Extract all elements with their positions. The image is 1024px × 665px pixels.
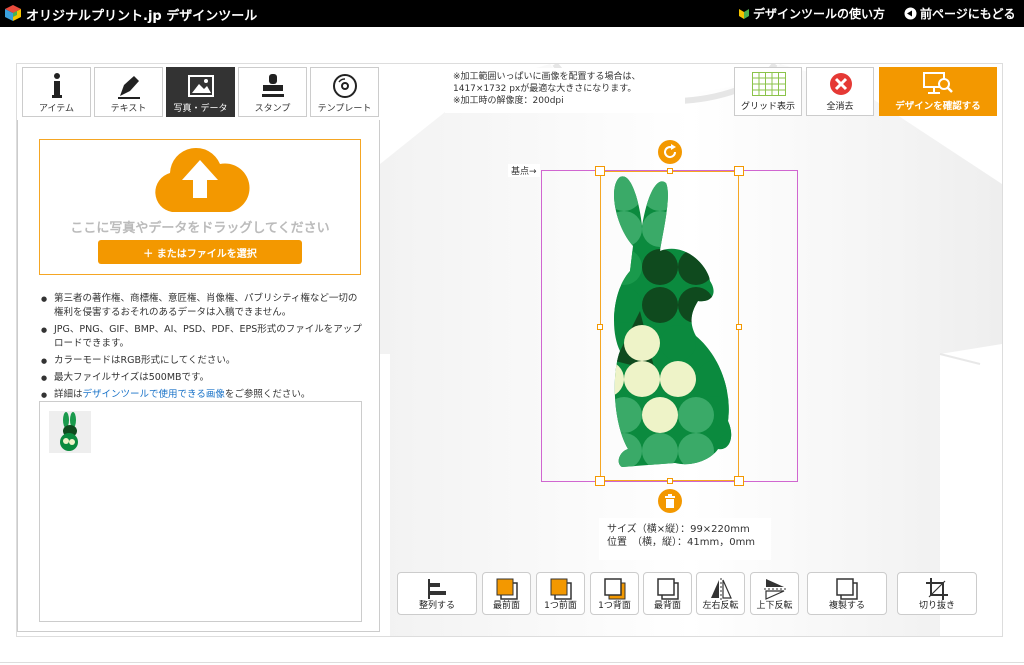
rotate-button[interactable] bbox=[658, 140, 682, 164]
grid-label: グリッド表示 bbox=[740, 102, 795, 112]
back-arrow-icon bbox=[904, 7, 917, 20]
resize-handle-top-left[interactable] bbox=[595, 166, 605, 176]
selection-box[interactable] bbox=[595, 166, 744, 486]
upload-drop-zone[interactable]: ここに写真やデータをドラッグしてください ＋ またはファイルを選択 bbox=[39, 139, 361, 275]
print-area-info: ※加工範囲いっぱいに画像を配置する場合は、 1417×1732 pxが最適な大き… bbox=[445, 68, 685, 113]
note-details-pre: 詳細は bbox=[54, 389, 83, 400]
resize-handle-right[interactable] bbox=[736, 324, 742, 330]
tab-template-label: テンプレート bbox=[317, 104, 372, 114]
clear-label: 全消去 bbox=[826, 102, 854, 112]
uploaded-images-gallery bbox=[39, 401, 362, 622]
clear-all-button[interactable]: 全消去 bbox=[806, 67, 874, 116]
rotate-icon bbox=[664, 144, 677, 159]
tab-item[interactable]: アイテム bbox=[22, 67, 91, 117]
top-bar: オリジナルプリント.jp デザインツール デザインツールの使い方 前ページにもど… bbox=[0, 0, 1024, 27]
crop-label: 切り抜き bbox=[918, 601, 955, 611]
uploaded-image-thumbnail[interactable] bbox=[49, 411, 91, 453]
rabbit-thumbnail-image bbox=[60, 412, 78, 451]
send-backward-button[interactable]: 1つ背面 bbox=[590, 572, 639, 615]
back-label-btn: 最背面 bbox=[653, 601, 681, 611]
duplicate-button[interactable]: 複製する bbox=[807, 572, 887, 615]
note-filesize: 最大ファイルサイズは500MBです。 bbox=[40, 371, 362, 385]
howto-link[interactable]: デザインツールの使い方 bbox=[738, 5, 885, 22]
duplicate-label: 複製する bbox=[828, 601, 865, 611]
note-colormode: カラーモードはRGB形式にしてください。 bbox=[40, 354, 362, 368]
back-link[interactable]: 前ページにもどる bbox=[904, 5, 1016, 22]
resize-handle-bottom-left[interactable] bbox=[595, 476, 605, 486]
backward-label: 1つ背面 bbox=[598, 601, 631, 611]
tab-photo-label: 写真・データ bbox=[173, 104, 228, 114]
resize-handle-top[interactable] bbox=[667, 168, 673, 174]
grid-toggle-button[interactable]: グリッド表示 bbox=[734, 67, 802, 116]
note-details: 詳細はデザインツールで使用できる画像をご参照ください。 bbox=[40, 388, 362, 402]
footer-divider bbox=[0, 662, 1024, 663]
image-icon bbox=[187, 75, 214, 97]
cube-logo-icon bbox=[5, 5, 21, 21]
back-label: 前ページにもどる bbox=[920, 7, 1016, 21]
note-rights: 第三者の著作権、商標権、意匠権、肖像権、パブリシティ権など一切の権利を侵害するお… bbox=[40, 292, 362, 320]
flip-vertical-button[interactable]: 上下反転 bbox=[750, 572, 799, 615]
resize-handle-bottom[interactable] bbox=[667, 478, 673, 484]
usable-images-link[interactable]: デザインツールで使用できる画像 bbox=[83, 389, 225, 400]
pen-icon bbox=[117, 76, 140, 99]
disc-icon bbox=[332, 74, 357, 98]
stamp-icon bbox=[261, 74, 284, 97]
upload-notes: 第三者の著作権、商標権、意匠権、肖像権、パブリシティ権など一切の権利を侵害するお… bbox=[40, 292, 362, 405]
resize-handle-bottom-right[interactable] bbox=[734, 476, 744, 486]
note-formats: JPG、PNG、GIF、BMP、AI、PSD、PDF、EPS形式のファイルをアッ… bbox=[40, 323, 362, 351]
grid-icon bbox=[752, 72, 786, 96]
tab-text[interactable]: テキスト bbox=[94, 67, 163, 117]
info-line-1: ※加工範囲いっぱいに画像を配置する場合は、 bbox=[453, 72, 641, 82]
size-position-readout: サイズ（横×縦）：99×220mm 位置 （横，縦）：41mm，0mm bbox=[599, 518, 771, 560]
position-readout: 位置 （横，縦）：41mm，0mm bbox=[607, 537, 756, 548]
note-details-post: をご参照ください。 bbox=[224, 389, 311, 400]
tab-photo-data[interactable]: 写真・データ bbox=[166, 67, 235, 117]
howto-label: デザインツールの使い方 bbox=[753, 7, 886, 21]
info-line-2: 1417×1732 pxが最適な大きさになります。 bbox=[453, 84, 637, 94]
info-line-3: ※加工時の解像度：200dpi bbox=[453, 96, 564, 106]
monitor-search-icon bbox=[923, 72, 953, 94]
flip-horizontal-button[interactable]: 左右反転 bbox=[696, 572, 745, 615]
brand-title[interactable]: オリジナルプリント.jp デザインツール bbox=[26, 5, 257, 24]
send-to-back-button[interactable]: 最背面 bbox=[643, 572, 692, 615]
align-button[interactable]: 整列する bbox=[397, 572, 477, 615]
front-label: 最前面 bbox=[492, 601, 520, 611]
crop-button[interactable]: 切り抜き bbox=[897, 572, 977, 615]
flipv-label: 上下反転 bbox=[756, 601, 793, 611]
delete-button[interactable] bbox=[658, 489, 682, 513]
confirm-label: デザインを確認する bbox=[895, 101, 981, 112]
clear-x-icon bbox=[830, 73, 852, 95]
resize-handle-left[interactable] bbox=[597, 324, 603, 330]
beginner-mark-icon bbox=[739, 8, 749, 19]
tab-item-label: アイテム bbox=[38, 104, 75, 114]
drop-hint: ここに写真やデータをドラッグしてください bbox=[70, 221, 330, 236]
tab-text-label: テキスト bbox=[110, 104, 147, 114]
confirm-design-button[interactable]: デザインを確認する bbox=[879, 67, 997, 116]
size-readout: サイズ（横×縦）：99×220mm bbox=[607, 524, 750, 535]
bring-to-front-button[interactable]: 最前面 bbox=[482, 572, 531, 615]
info-icon bbox=[51, 73, 62, 98]
bring-forward-button[interactable]: 1つ前面 bbox=[536, 572, 585, 615]
select-file-button[interactable]: ＋ またはファイルを選択 bbox=[98, 240, 302, 264]
resize-handle-top-right[interactable] bbox=[734, 166, 744, 176]
tab-template[interactable]: テンプレート bbox=[310, 67, 379, 117]
tab-stamp[interactable]: スタンプ bbox=[238, 67, 307, 117]
forward-label: 1つ前面 bbox=[544, 601, 577, 611]
fliph-label: 左右反転 bbox=[702, 601, 739, 611]
trash-icon bbox=[665, 494, 675, 508]
base-point-label: 基点→ bbox=[508, 164, 540, 177]
cloud-upload-icon bbox=[155, 147, 250, 212]
tab-stamp-label: スタンプ bbox=[254, 104, 291, 114]
align-label: 整列する bbox=[418, 601, 455, 611]
